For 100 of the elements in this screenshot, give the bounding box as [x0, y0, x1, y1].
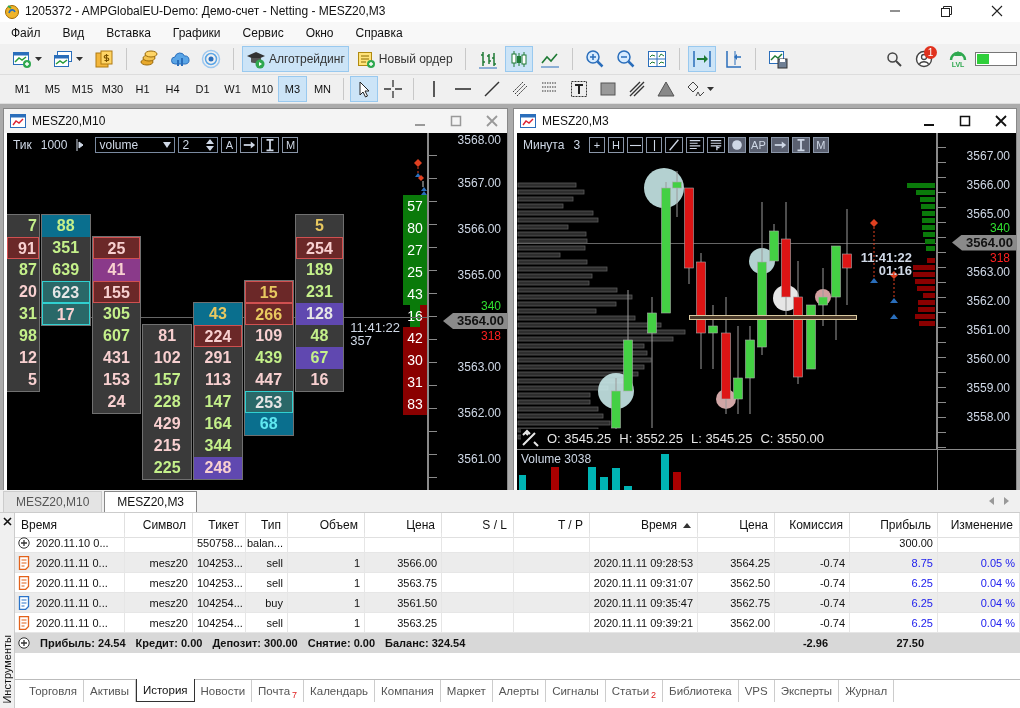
summary-total: Баланс: 324.54 — [385, 637, 466, 649]
panel-tab[interactable]: Новости — [194, 680, 253, 702]
triangle-icon — [656, 79, 676, 99]
volume-cell: 67 — [295, 347, 344, 369]
chart-tool-button[interactable]: A — [221, 137, 238, 153]
column-header[interactable]: Объем — [288, 513, 365, 538]
volume-bar — [673, 472, 681, 490]
period-label: Тик — [13, 138, 32, 152]
column-header[interactable]: Тип — [246, 513, 288, 538]
level-up-icon[interactable] — [948, 49, 968, 61]
algo-button[interactable]: Алготрейдинг — [242, 46, 349, 72]
column-header[interactable]: Символ — [125, 513, 193, 538]
column-header[interactable]: Тикет — [193, 513, 246, 538]
menu-item[interactable]: Вставка — [97, 26, 160, 40]
panel-tab[interactable]: История — [135, 679, 195, 702]
panel-tab[interactable]: VPS — [738, 680, 775, 702]
depth-volume: 57 — [403, 195, 427, 217]
menu-item[interactable]: Файл — [2, 26, 50, 40]
mode-dropdown[interactable]: volume — [95, 137, 176, 153]
menu-item[interactable]: Справка — [346, 26, 412, 40]
chart-tool-button[interactable]: M — [812, 137, 829, 153]
autoscroll-button[interactable] — [687, 46, 716, 72]
panel-title: Инструменты — [1, 635, 13, 704]
bid-volume: 318 — [989, 250, 1010, 265]
volume-bar — [600, 477, 608, 490]
step-field[interactable]: 2 — [178, 137, 219, 153]
menu-item[interactable]: Графики — [163, 26, 230, 40]
chart-tab[interactable]: MESZ20,M10 — [3, 490, 103, 512]
chart-tool-button[interactable]: + — [589, 137, 606, 153]
chart-tool-button[interactable]: H — [608, 137, 625, 153]
table-cell: 2020.11.11 0... — [36, 556, 108, 569]
column-header[interactable]: T / P — [514, 513, 590, 538]
depth-bar — [917, 286, 935, 291]
table-cell: -0.74 — [775, 593, 850, 613]
timeframe-button[interactable]: MN — [308, 76, 337, 102]
circle-button[interactable] — [728, 137, 747, 153]
timeframe-button[interactable]: M15 — [68, 76, 97, 102]
arrow-right-button[interactable] — [240, 137, 259, 153]
i-beam-button[interactable] — [791, 137, 810, 153]
timeframe-button[interactable]: H1 — [128, 76, 157, 102]
step-icon[interactable] — [76, 138, 85, 152]
timeframe-button[interactable]: M3 — [278, 76, 307, 102]
column-header[interactable]: Изменение — [938, 513, 1020, 538]
close-icon[interactable] — [2, 517, 12, 526]
table-cell: sell — [246, 553, 288, 573]
candle — [708, 304, 718, 370]
menu-item[interactable]: Вид — [53, 26, 94, 40]
candle — [818, 267, 828, 327]
new-order-button[interactable]: Новый ордер — [351, 46, 457, 72]
vertical-line-button[interactable] — [646, 137, 663, 153]
horizontal-line-icon — [455, 87, 471, 91]
level-lines-button[interactable] — [707, 137, 726, 153]
chart-tool-button[interactable]: M — [282, 137, 299, 153]
expand-icon[interactable] — [18, 637, 30, 649]
expand-icon[interactable] — [18, 536, 30, 549]
i-beam-button[interactable] — [261, 137, 280, 153]
panel-tab[interactable]: Активы — [84, 680, 136, 702]
column-header[interactable]: Время — [15, 513, 125, 538]
chart-tool-button[interactable]: AP — [749, 137, 768, 153]
column-header[interactable]: S / L — [442, 513, 514, 538]
candlestick-button[interactable] — [504, 46, 533, 72]
spinner-icon[interactable] — [205, 138, 216, 152]
timeframe-button[interactable]: H4 — [158, 76, 187, 102]
column-header[interactable]: Время — [590, 513, 698, 538]
timeframe-button[interactable]: D1 — [188, 76, 217, 102]
bid-volume: 318 — [480, 329, 501, 343]
cursor-tool-button[interactable] — [350, 76, 378, 102]
volume-bar — [624, 486, 632, 490]
timeframe-button[interactable]: M5 — [38, 76, 67, 102]
panel-tab[interactable]: Эксперты — [774, 680, 840, 702]
panel-tab[interactable]: Маркет — [440, 680, 493, 702]
volume-cell: 248 — [194, 457, 242, 479]
timeframe-button[interactable]: W1 — [218, 76, 247, 102]
search-icon[interactable] — [886, 51, 902, 67]
panel-tab[interactable]: Сигналы — [546, 680, 606, 702]
diagonal-line-button[interactable] — [665, 137, 684, 153]
panel-tab[interactable]: Компания — [375, 680, 441, 702]
dollar-icon — [94, 49, 114, 69]
panel-tab[interactable]: Библиотека — [663, 680, 739, 702]
panel-tab[interactable]: Алерты — [492, 680, 547, 702]
depth-bar — [907, 183, 935, 188]
period-value: 1000 — [40, 138, 68, 152]
volume-label: Volume 3038 — [520, 451, 592, 466]
arrow-right-button[interactable] — [770, 137, 789, 153]
column-header[interactable]: Комиссия — [775, 513, 850, 538]
chart-save-icon — [767, 49, 788, 69]
column-header[interactable]: Прибыль — [850, 513, 938, 538]
chart-tab[interactable]: MESZ20,M3 — [104, 490, 198, 512]
timeframe-button[interactable]: M30 — [98, 76, 127, 102]
column-header[interactable]: Цена — [365, 513, 442, 538]
panel-tab[interactable]: Журнал — [839, 680, 895, 702]
column-header[interactable]: Цена — [698, 513, 775, 538]
menu-item[interactable]: Сервис — [233, 26, 293, 40]
menu-item[interactable]: Окно — [296, 26, 343, 40]
panel-tab[interactable]: Торговля — [23, 680, 85, 702]
timeframe-button[interactable]: M1 — [8, 76, 37, 102]
panel-tab[interactable]: Календарь — [304, 680, 376, 702]
text-lines-button[interactable] — [686, 137, 705, 153]
horizontal-line-button[interactable] — [627, 137, 644, 153]
timeframe-button[interactable]: M10 — [248, 76, 277, 102]
